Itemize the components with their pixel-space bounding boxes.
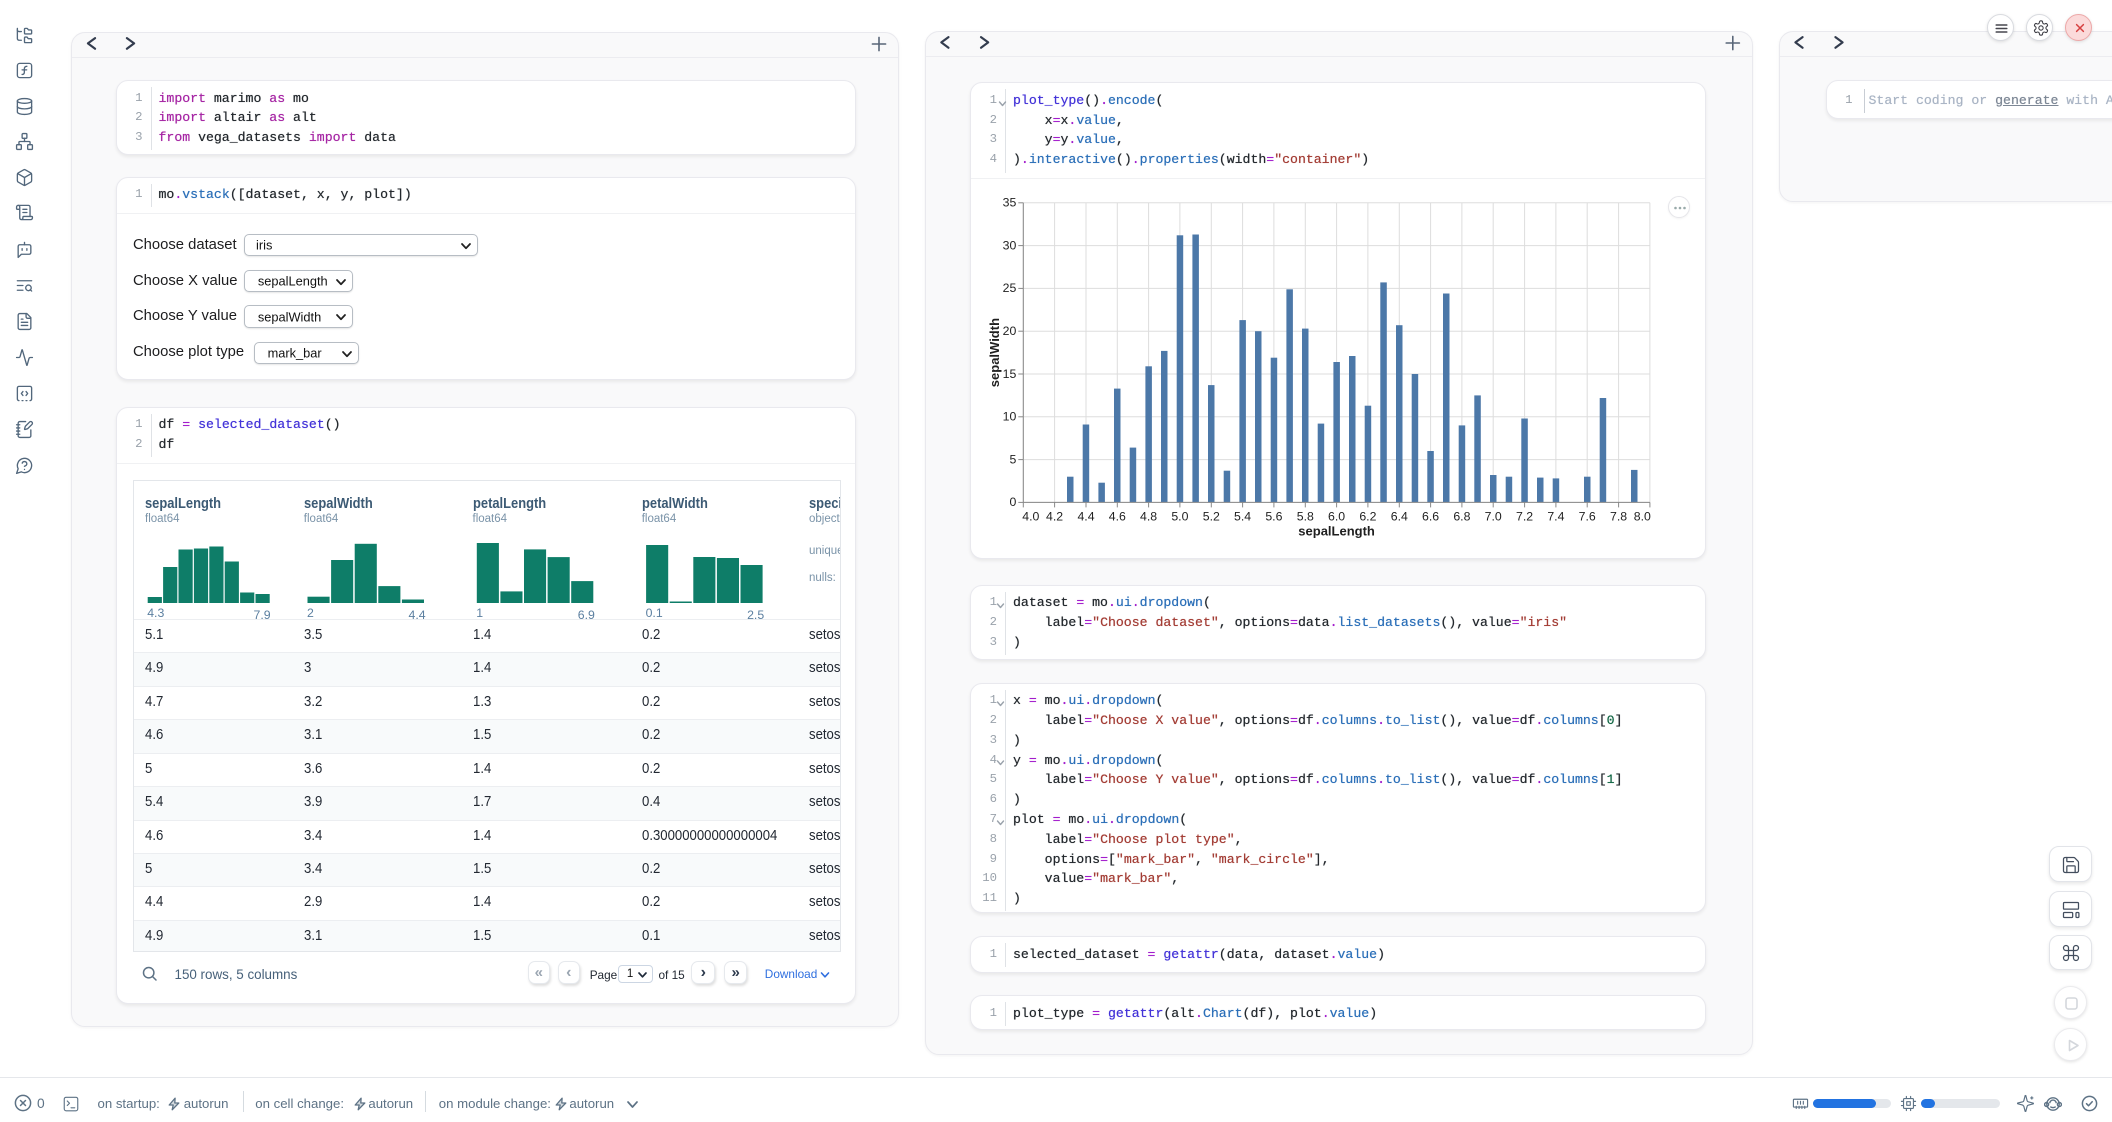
svg-text:5.6: 5.6 [1265,510,1282,524]
svg-text:7.2: 7.2 [1516,510,1533,524]
svg-text:6.8: 6.8 [1453,510,1470,524]
svg-text:6.0: 6.0 [1328,510,1345,524]
svg-text:5.2: 5.2 [1203,510,1220,524]
svg-text:5.0: 5.0 [1171,510,1188,524]
svg-text:4.2: 4.2 [1046,510,1063,524]
svg-text:20: 20 [1003,324,1017,338]
svg-text:7.6: 7.6 [1579,510,1596,524]
svg-text:4.4: 4.4 [1077,510,1094,524]
svg-text:6.2: 6.2 [1359,510,1376,524]
svg-text:5.4: 5.4 [1234,510,1251,524]
svg-text:4.6: 4.6 [1109,510,1126,524]
svg-text:sepalWidth: sepalWidth [987,318,1002,387]
svg-text:15: 15 [1003,367,1017,381]
svg-text:5: 5 [1009,453,1016,467]
svg-text:35: 35 [1003,196,1017,210]
svg-text:6.6: 6.6 [1422,510,1439,524]
svg-text:25: 25 [1003,282,1017,296]
svg-text:8.0: 8.0 [1634,510,1651,524]
svg-text:7.4: 7.4 [1547,510,1564,524]
svg-text:5.8: 5.8 [1297,510,1314,524]
svg-text:sepalLength: sepalLength [1298,524,1375,539]
svg-text:4.8: 4.8 [1140,510,1157,524]
svg-text:7.0: 7.0 [1485,510,1502,524]
svg-text:7.8: 7.8 [1610,510,1627,524]
svg-text:10: 10 [1003,410,1017,424]
svg-text:6.4: 6.4 [1391,510,1408,524]
svg-text:30: 30 [1003,239,1017,253]
svg-text:4.0: 4.0 [1022,510,1039,524]
svg-text:0: 0 [1009,496,1016,510]
